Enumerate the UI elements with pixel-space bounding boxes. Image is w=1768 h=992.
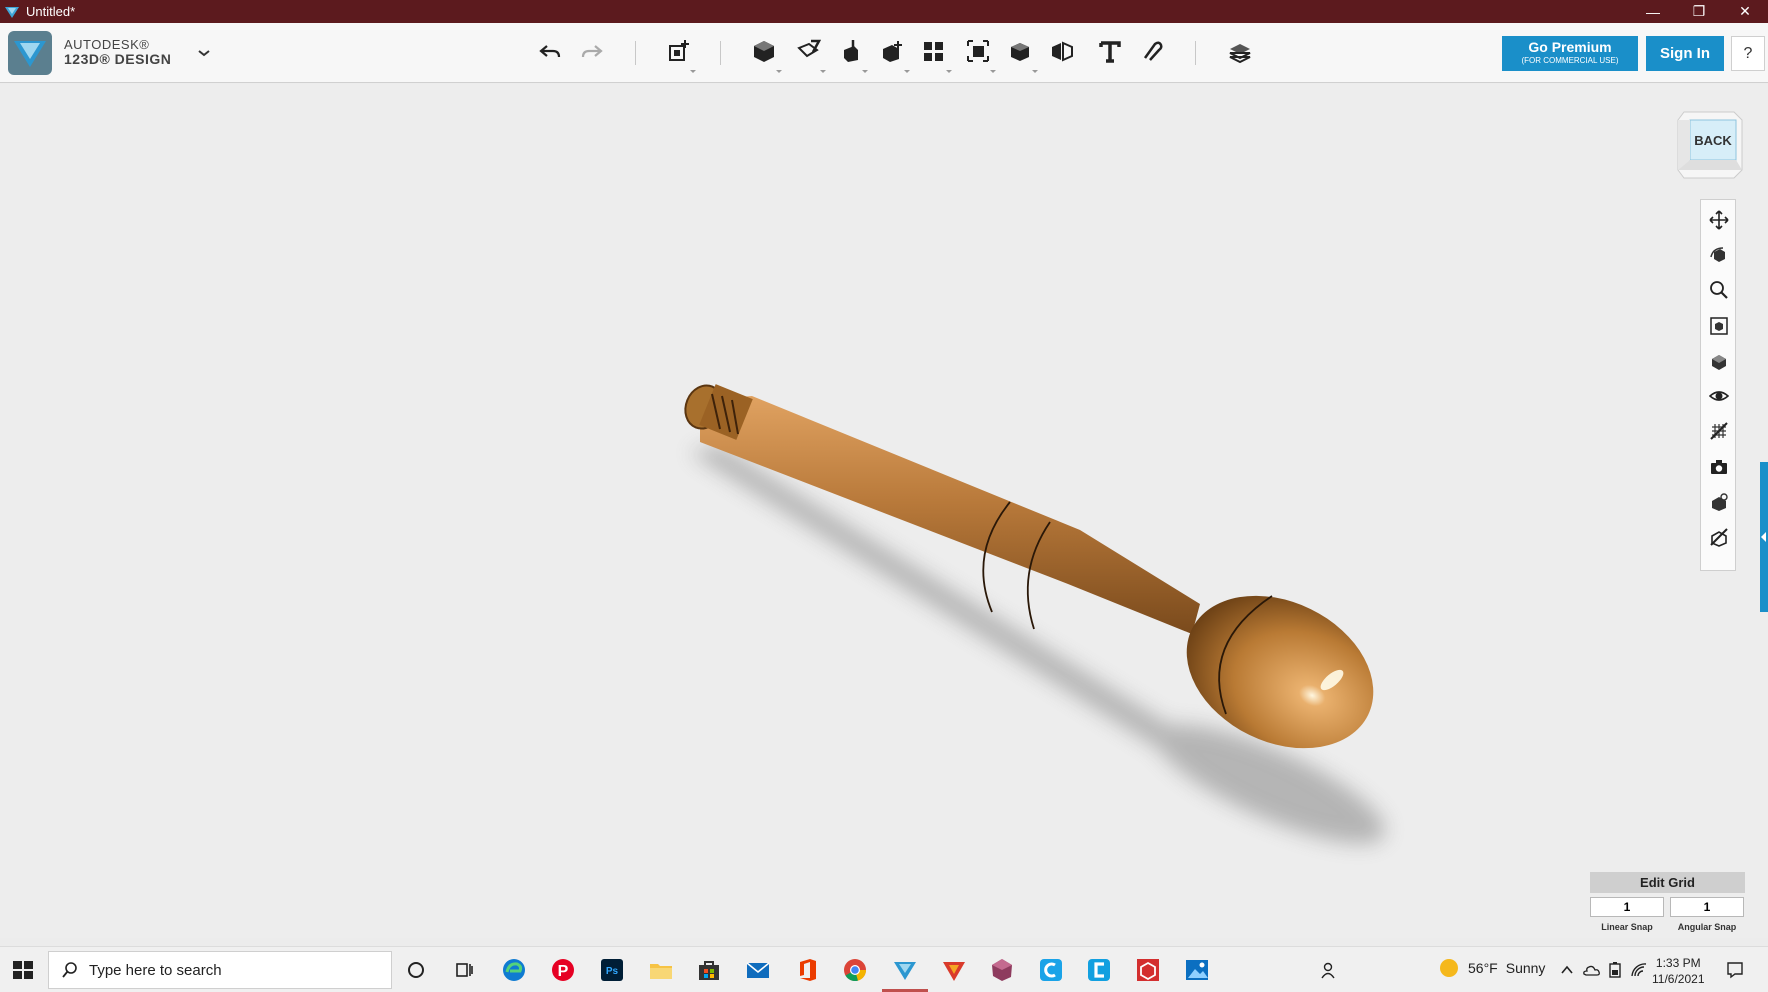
taskbar-clock[interactable]: 1:33 PM 11/6/2021 [1652,955,1705,987]
orbit-icon[interactable] [1707,243,1731,267]
toolbar-separator [1195,41,1196,65]
close-button[interactable]: ✕ [1722,0,1768,23]
main-toolbar: AUTODESK® 123D® DESIGN Go Premium (FOR C… [0,23,1768,83]
go-premium-button[interactable]: Go Premium (FOR COMMERCIAL USE) [1502,36,1638,71]
screenshot-icon[interactable] [1707,455,1731,479]
3d-builder-icon[interactable] [1133,955,1163,985]
mail-icon[interactable] [743,955,773,985]
edge-icon[interactable] [499,955,529,985]
pinterest-icon[interactable]: P [548,955,578,985]
store-icon[interactable] [694,955,724,985]
office-icon[interactable] [792,955,822,985]
notifications-icon[interactable] [1726,961,1744,979]
c-app-icon[interactable] [1084,955,1114,985]
construct-icon[interactable] [834,35,868,73]
clock-time: 1:33 PM [1655,956,1701,970]
svg-text:P: P [558,963,569,980]
pan-icon[interactable] [1707,208,1731,232]
restore-button[interactable]: ❐ [1676,0,1722,23]
file-explorer-icon[interactable] [646,955,676,985]
123d-logo-icon[interactable] [8,31,52,75]
help-button[interactable]: ? [1731,36,1765,71]
search-icon [62,962,77,978]
material-icon[interactable] [1224,35,1256,67]
search-placeholder: Type here to search [89,961,222,979]
windows-taskbar: Type here to search P Ps 56°F Sunny 1:33… [0,946,1768,992]
side-panel-toggle[interactable] [1760,462,1768,612]
clock-date: 11/6/2021 [1652,972,1705,986]
angular-snap-field[interactable]: 1 [1670,897,1744,917]
modify-icon[interactable] [876,35,910,73]
task-view-icon[interactable] [449,955,479,985]
battery-icon[interactable] [1606,961,1624,979]
meshmixer-icon[interactable] [987,955,1017,985]
primitives-icon[interactable] [748,35,782,73]
sun-icon [1440,959,1458,977]
onedrive-icon[interactable] [1582,961,1600,979]
window-title: Untitled* [26,4,76,19]
app-logo-icon [5,6,19,18]
sketch-icon[interactable] [792,35,826,73]
3d-viewport[interactable]: BACK Edit Grid 1 1 Linear Snap Angular S… [0,84,1768,938]
cortana-icon[interactable] [401,955,431,985]
svg-text:Ps: Ps [606,966,619,977]
combine-icon[interactable] [1004,35,1038,73]
minimize-button[interactable]: — [1630,0,1676,23]
weather-widget[interactable]: 56°F Sunny [1440,959,1553,977]
123d-design-icon[interactable] [890,955,920,985]
views-icon[interactable] [1707,349,1731,373]
zoom-icon[interactable] [1707,278,1731,302]
photoshop-icon[interactable]: Ps [597,955,627,985]
weather-desc: Sunny [1505,960,1546,976]
wooden-handle-model[interactable] [679,380,1399,778]
group-icon[interactable] [962,35,996,73]
material-toggle-icon[interactable] [1707,490,1731,514]
toolbar-separator [635,41,636,65]
window-titlebar: Untitled* — ❐ ✕ [0,0,1768,23]
transform-icon[interactable] [662,35,696,73]
measure-icon[interactable] [1046,35,1078,67]
angular-snap-label: Angular Snap [1677,922,1737,932]
weather-temp: 56°F [1468,960,1498,976]
3d-scene[interactable] [0,84,1768,938]
redo-icon[interactable] [576,35,608,67]
outline-toggle-icon[interactable] [1707,525,1731,549]
snap-icon[interactable] [1136,35,1168,67]
linear-snap-field[interactable]: 1 [1590,897,1664,917]
text-icon[interactable] [1094,35,1126,67]
chrome-icon[interactable] [840,955,870,985]
fit-icon[interactable] [1707,314,1731,338]
vectorize-icon[interactable] [939,955,969,985]
edit-grid-button[interactable]: Edit Grid [1590,872,1745,893]
visibility-icon[interactable] [1707,384,1731,408]
wifi-icon[interactable] [1630,961,1648,979]
go-premium-sublabel: (FOR COMMERCIAL USE) [1521,56,1619,65]
edit-grid-panel: Edit Grid 1 1 Linear Snap Angular Snap [1590,872,1745,932]
cleanmgr-icon[interactable] [1036,955,1066,985]
pattern-icon[interactable] [918,35,952,73]
grid-toggle-icon[interactable] [1707,419,1731,443]
toolbar-separator [720,41,721,65]
view-cube[interactable]: BACK [1674,108,1748,182]
navigation-bar [1700,199,1736,571]
go-premium-label: Go Premium [1528,39,1612,55]
chevron-up-icon[interactable] [1558,961,1576,979]
brand-line-1: AUTODESK® [64,37,150,52]
taskbar-search-input[interactable]: Type here to search [48,951,392,989]
people-icon[interactable] [1320,961,1338,979]
photos-icon[interactable] [1182,955,1212,985]
sign-in-button[interactable]: Sign In [1646,36,1724,71]
chevron-down-icon[interactable] [196,45,212,61]
linear-snap-label: Linear Snap [1601,922,1653,932]
viewcube-face-label: BACK [1694,133,1732,148]
undo-icon[interactable] [534,35,566,67]
brand-line-2: 123D® DESIGN [64,51,172,67]
brand-name[interactable]: AUTODESK® 123D® DESIGN [64,37,171,67]
windows-start-icon[interactable] [10,957,36,983]
